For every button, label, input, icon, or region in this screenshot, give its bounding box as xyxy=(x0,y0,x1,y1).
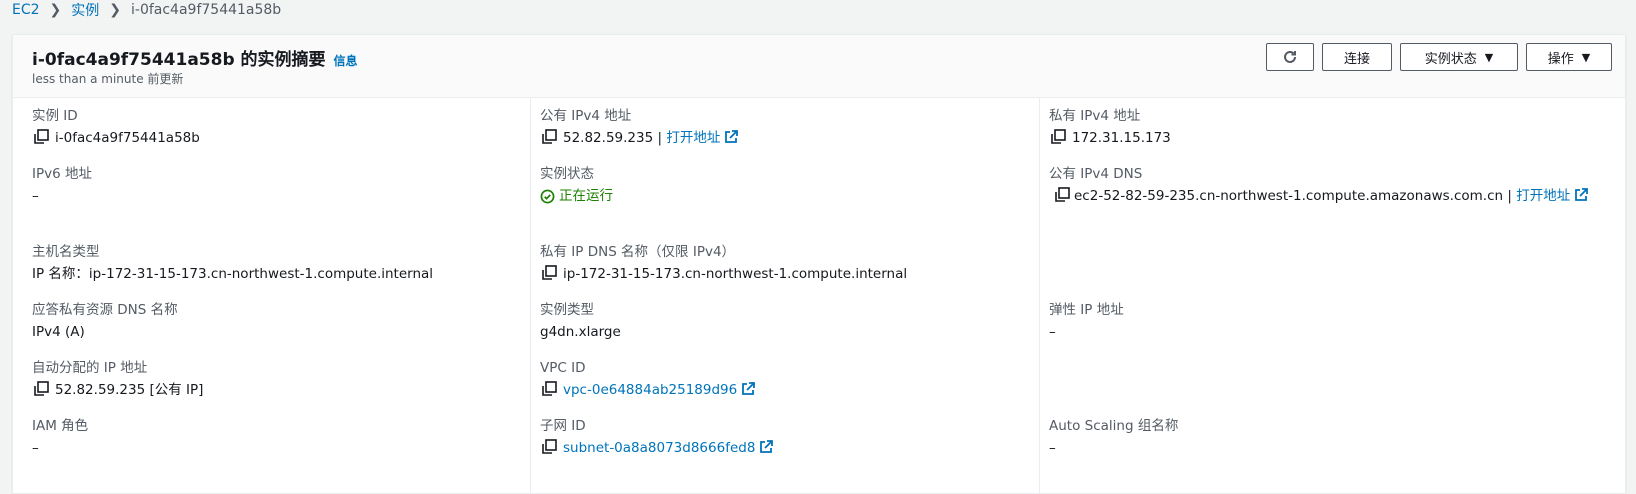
instance-state-dropdown[interactable]: 实例状态 ▼ xyxy=(1400,43,1518,71)
details-column-1: 实例 ID i-0fac4a9f75441a58b IPv6 地址 – 主机名类… xyxy=(13,97,531,493)
actions-label: 操作 xyxy=(1547,51,1574,67)
page-title: i-0fac4a9f75441a58b 的实例摘要 xyxy=(32,50,326,70)
header-actions: 连接 实例状态 ▼ 操作 ▼ xyxy=(1266,43,1612,71)
info-link[interactable]: 信息 xyxy=(334,52,358,69)
breadcrumb-ec2[interactable]: EC2 xyxy=(12,2,40,18)
actions-dropdown[interactable]: 操作 ▼ xyxy=(1526,43,1612,71)
field-label: IAM 角色 xyxy=(32,418,89,434)
open-dns-link[interactable]: 打开地址 xyxy=(1516,188,1589,204)
subnet-id-link[interactable]: subnet-0a8a8073d8666fed8 xyxy=(563,438,774,458)
copy-icon[interactable] xyxy=(540,265,558,281)
details-column-2: 公有 IPv4 地址 52.82.59.235 | 打开地址 实例状态 正在运行 xyxy=(531,97,1040,493)
iam-role-value: – xyxy=(32,440,39,456)
check-circle-icon xyxy=(540,189,555,203)
field-label: IPv6 地址 xyxy=(32,166,92,182)
field-instance-type: 实例类型 g4dn.xlarge xyxy=(540,301,1029,342)
subnet-id-value: subnet-0a8a8073d8666fed8 xyxy=(563,440,756,456)
open-address-label: 打开地址 xyxy=(666,130,721,146)
field-public-ipv4: 公有 IPv4 地址 52.82.59.235 | 打开地址 xyxy=(540,107,1029,148)
breadcrumb-current: i-0fac4a9f75441a58b xyxy=(131,2,282,18)
refresh-icon xyxy=(1284,50,1296,63)
details-grid: 实例 ID i-0fac4a9f75441a58b IPv6 地址 – 主机名类… xyxy=(13,97,1625,493)
copy-icon[interactable] xyxy=(1049,129,1067,145)
private-ip-dns-value: ip-172-31-15-173.cn-northwest-1.compute.… xyxy=(563,266,908,282)
field-label: Auto Scaling 组名称 xyxy=(1049,418,1179,434)
answer-dns-value: IPv4 (A) xyxy=(32,324,85,340)
public-dns-value: ec2-52-82-59-235.cn-northwest-1.compute.… xyxy=(1074,188,1504,204)
external-link-icon xyxy=(1575,188,1589,201)
field-private-ipv4: 私有 IPv4 地址 172.31.15.173 xyxy=(1049,107,1615,148)
breadcrumb: EC2 ❯ 实例 ❯ i-0fac4a9f75441a58b xyxy=(12,0,281,20)
field-label: VPC ID xyxy=(540,360,586,376)
copy-icon[interactable] xyxy=(32,381,50,397)
field-elastic-ip: 弹性 IP 地址 – xyxy=(1049,301,1615,342)
field-label: 主机名类型 xyxy=(32,244,100,260)
auto-ip-value: 52.82.59.235 [公有 IP] xyxy=(55,382,204,398)
panel-header: i-0fac4a9f75441a58b 的实例摘要 信息 less than a… xyxy=(13,35,1625,98)
instance-state-label: 实例状态 xyxy=(1424,51,1477,67)
external-link-icon xyxy=(725,130,739,143)
public-ipv4-value: 52.82.59.235 xyxy=(563,130,654,146)
connect-button[interactable]: 连接 xyxy=(1322,43,1392,71)
instance-id-value: i-0fac4a9f75441a58b xyxy=(55,130,200,146)
hostname-type-value: IP 名称：ip-172-31-15-173.cn-northwest-1.co… xyxy=(32,266,434,282)
refresh-button[interactable] xyxy=(1266,43,1314,71)
field-label: 公有 IPv4 DNS xyxy=(1049,166,1143,182)
copy-icon[interactable] xyxy=(540,439,558,455)
field-answer-dns: 应答私有资源 DNS 名称 IPv4 (A) xyxy=(32,301,520,342)
instance-summary-panel: i-0fac4a9f75441a58b 的实例摘要 信息 less than a… xyxy=(12,34,1626,494)
field-label: 实例 ID xyxy=(32,108,78,124)
field-label: 弹性 IP 地址 xyxy=(1049,302,1124,318)
field-label: 自动分配的 IP 地址 xyxy=(32,360,148,376)
chevron-right-icon: ❯ xyxy=(109,2,121,18)
field-public-dns: 公有 IPv4 DNS ec2-52-82-59-235.cn-northwes… xyxy=(1049,165,1615,206)
field-hostname-type: 主机名类型 IP 名称：ip-172-31-15-173.cn-northwes… xyxy=(32,243,520,284)
field-label: 实例类型 xyxy=(540,302,594,318)
vpc-id-link[interactable]: vpc-0e64884ab25189d96 xyxy=(563,380,756,400)
field-ipv6: IPv6 地址 – xyxy=(32,165,520,206)
asg-name-value: – xyxy=(1049,440,1056,456)
instance-state-value: 正在运行 xyxy=(559,188,613,204)
copy-icon[interactable] xyxy=(1053,187,1071,203)
open-address-label: 打开地址 xyxy=(1516,188,1571,204)
field-auto-ip: 自动分配的 IP 地址 52.82.59.235 [公有 IP] xyxy=(32,359,520,400)
separator: | xyxy=(1507,188,1512,204)
copy-icon[interactable] xyxy=(32,129,50,145)
caret-down-icon: ▼ xyxy=(1484,50,1494,64)
field-label: 私有 IP DNS 名称（仅限 IPv4） xyxy=(540,244,736,260)
last-updated-text: less than a minute 前更新 xyxy=(32,72,184,86)
field-private-ip-dns: 私有 IP DNS 名称（仅限 IPv4） ip-172-31-15-173.c… xyxy=(540,243,1029,284)
field-asg-name: Auto Scaling 组名称 – xyxy=(1049,417,1615,458)
details-column-3: 私有 IPv4 地址 172.31.15.173 公有 IPv4 DNS ec2… xyxy=(1040,97,1625,493)
field-label: 实例状态 xyxy=(540,166,594,182)
elastic-ip-value: – xyxy=(1049,324,1056,340)
field-label: 私有 IPv4 地址 xyxy=(1049,108,1141,124)
field-label: 应答私有资源 DNS 名称 xyxy=(32,302,178,318)
field-label: 公有 IPv4 地址 xyxy=(540,108,632,124)
external-link-icon xyxy=(742,382,756,395)
copy-icon[interactable] xyxy=(540,381,558,397)
copy-icon[interactable] xyxy=(540,129,558,145)
private-ipv4-value: 172.31.15.173 xyxy=(1072,130,1171,146)
field-label: 子网 ID xyxy=(540,418,586,434)
external-link-icon xyxy=(760,440,774,453)
caret-down-icon: ▼ xyxy=(1581,50,1591,64)
field-vpc-id: VPC ID vpc-0e64884ab25189d96 xyxy=(540,359,1029,400)
breadcrumb-instances[interactable]: 实例 xyxy=(71,0,99,20)
field-iam-role: IAM 角色 – xyxy=(32,417,520,458)
instance-type-value: g4dn.xlarge xyxy=(540,324,621,340)
field-subnet-id: 子网 ID subnet-0a8a8073d8666fed8 xyxy=(540,417,1029,458)
field-instance-id: 实例 ID i-0fac4a9f75441a58b xyxy=(32,107,520,148)
open-address-link[interactable]: 打开地址 xyxy=(666,130,739,146)
ipv6-value: – xyxy=(32,188,39,204)
field-instance-state: 实例状态 正在运行 xyxy=(540,165,1029,206)
vpc-id-value: vpc-0e64884ab25189d96 xyxy=(563,382,738,398)
chevron-right-icon: ❯ xyxy=(49,2,62,18)
separator: | xyxy=(657,130,663,146)
